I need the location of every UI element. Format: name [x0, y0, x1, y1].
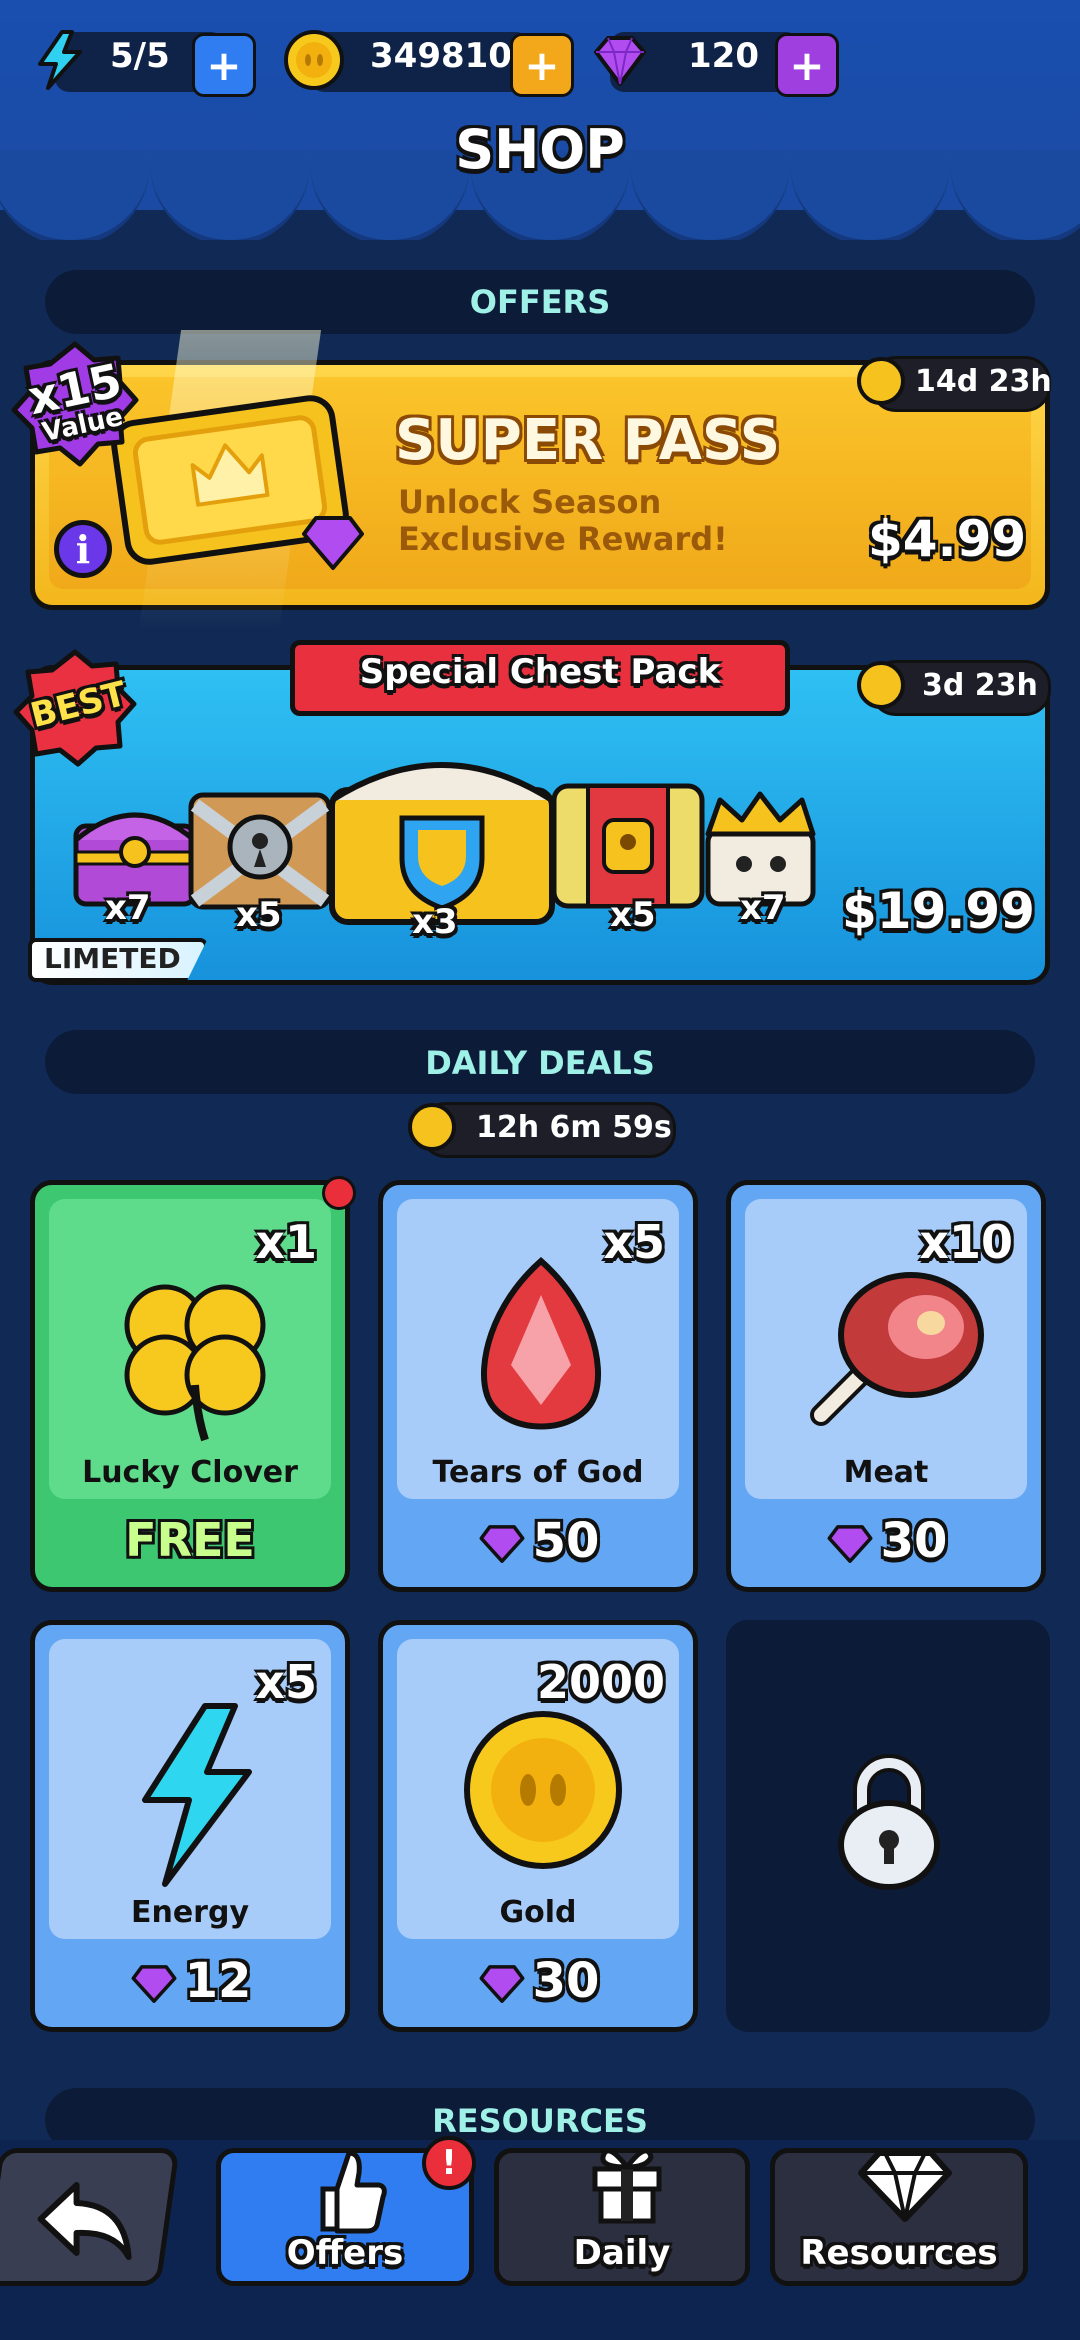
red-egg-icon [481, 1257, 601, 1430]
deal-price: 12 [35, 1953, 345, 2009]
gem-icon [479, 1965, 525, 2003]
daily-timer-text: 12h 6m 59s [476, 1110, 672, 1145]
deal-price: 50 [383, 1513, 693, 1569]
stopwatch-icon [857, 357, 905, 405]
deal-card-lucky-clover[interactable]: x1 Lucky Clover FREE [30, 1180, 350, 1592]
deal-card-gold[interactable]: 2000 Gold 30 [378, 1620, 698, 2032]
tab-daily[interactable]: Daily [494, 2148, 750, 2286]
deal-price-value: 30 [532, 1953, 600, 2009]
gem-icon [131, 1965, 177, 2003]
add-energy-button[interactable]: + [192, 33, 256, 97]
thumbs-up-icon [320, 2150, 387, 2234]
deal-card-energy[interactable]: x5 Energy 12 [30, 1620, 350, 2032]
chest-qty: x7 [740, 888, 786, 928]
page-title: SHOP [455, 118, 625, 181]
gem-icon [302, 516, 364, 570]
deal-name: Lucky Clover [82, 1455, 298, 1490]
alert-badge-icon: ! [422, 2136, 476, 2190]
deal-amount: x5 [603, 1215, 665, 1269]
deal-price-free: FREE [125, 1513, 255, 1567]
deal-name: Tears of God [432, 1455, 644, 1490]
diamond-icon [858, 2150, 952, 2222]
stopwatch-icon [857, 661, 905, 709]
deal-name: Gold [499, 1895, 577, 1930]
tab-offers-label: Offers [286, 2233, 404, 2273]
chest-pack-timer-text: 3d 23h [922, 668, 1038, 703]
add-gems-button[interactable]: + [775, 33, 839, 97]
tab-resources-label: Resources [800, 2233, 998, 2273]
super-pass-timer-text: 14d 23h [915, 364, 1052, 399]
add-gold-button[interactable]: + [510, 33, 574, 97]
back-arrow-icon [37, 2182, 132, 2260]
deal-amount: 2000 [536, 1655, 665, 1709]
energy-value: 5/5 [110, 36, 170, 76]
deal-amount: x1 [255, 1215, 317, 1269]
clover-icon [124, 1284, 266, 1442]
lock-icon [838, 1754, 940, 1890]
info-icon[interactable]: i [54, 520, 112, 578]
lightning-icon [38, 30, 82, 90]
chest-pack-price[interactable]: $19.99 [842, 882, 1035, 940]
resources-title: RESOURCES [432, 2102, 648, 2140]
chest-qty: x5 [236, 895, 282, 935]
meat-icon [810, 1272, 984, 1426]
super-pass-description: Unlock Season Exclusive Reward! [398, 483, 728, 558]
stopwatch-icon [408, 1103, 456, 1151]
chest-qty: x5 [610, 895, 656, 935]
daily-deals-title: DAILY DEALS [425, 1044, 655, 1082]
chained-chest-icon [188, 792, 332, 910]
gold-coin-icon [464, 1711, 622, 1869]
tab-resources[interactable]: Resources [770, 2148, 1028, 2286]
deal-card-tears-of-god[interactable]: x5 Tears of God 50 [378, 1180, 698, 1592]
chest-qty: x7 [105, 888, 151, 928]
offers-title: OFFERS [469, 283, 611, 321]
deal-price: 30 [731, 1513, 1041, 1569]
gem-icon [479, 1525, 525, 1563]
locked-deal-slot [726, 1620, 1050, 2032]
red-chest-icon [551, 783, 705, 909]
gem-icon [827, 1525, 873, 1563]
chest-qty: x3 [412, 902, 458, 942]
chest-pack-title: Special Chest Pack [359, 652, 721, 692]
deal-card-meat[interactable]: x10 Meat 30 [726, 1180, 1046, 1592]
gold-value: 349810 [370, 36, 512, 76]
super-pass-price[interactable]: $4.99 [868, 510, 1026, 568]
gold-coin-icon [284, 30, 344, 90]
deal-name: Energy [130, 1895, 250, 1930]
deal-price: 30 [383, 1953, 693, 2009]
gift-icon [592, 2148, 662, 2224]
lightning-icon [142, 1703, 252, 1887]
deal-price-value: 50 [532, 1513, 600, 1569]
super-pass-title: SUPER PASS [395, 408, 781, 473]
notification-dot [322, 1176, 356, 1210]
deal-price-value: 30 [880, 1513, 948, 1569]
deal-name: Meat [843, 1455, 929, 1490]
limited-tag-label: LIMETED [44, 942, 181, 975]
deal-amount: x10 [919, 1215, 1013, 1269]
back-button[interactable] [0, 2148, 180, 2286]
deal-price-value: 12 [184, 1953, 252, 2009]
gem-value: 120 [688, 36, 759, 76]
tab-daily-label: Daily [573, 2233, 671, 2273]
gem-icon [594, 36, 646, 86]
